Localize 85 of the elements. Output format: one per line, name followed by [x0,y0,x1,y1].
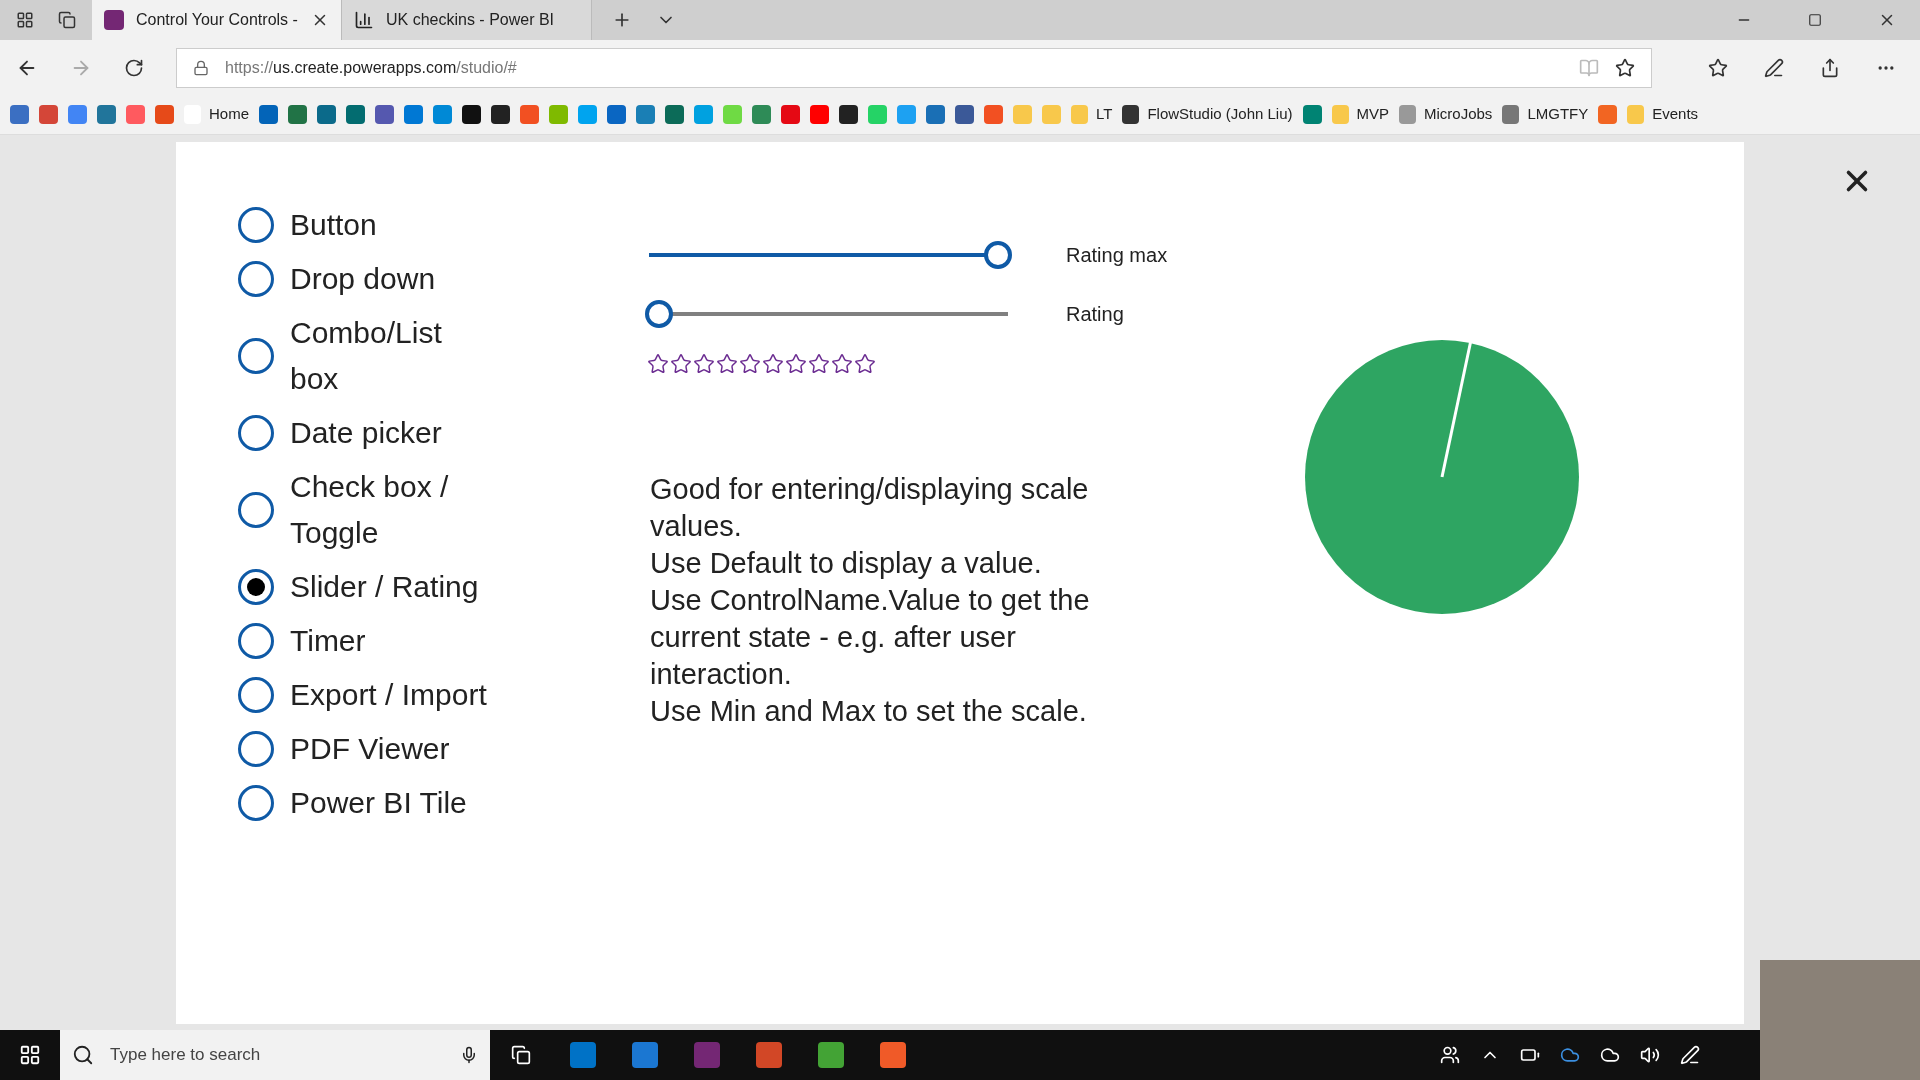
taskbar-search-field[interactable]: Type here to search [60,1030,490,1080]
bar-chart-icon [354,10,374,30]
radio-label: Timer [290,623,367,659]
radio-label: PDF Viewer [290,731,451,767]
star-icon[interactable] [831,353,853,375]
bookmark-icon[interactable] [462,105,481,124]
tab-preview-icon[interactable] [16,11,34,29]
radio-button[interactable] [238,569,274,605]
radio-button[interactable] [238,261,274,297]
star-icon[interactable] [693,353,715,375]
app-logo-icon [104,10,124,30]
microphone-icon[interactable] [460,1046,478,1064]
slider-label: Rating max [1066,243,1168,268]
radio-option[interactable]: Timer [238,618,538,664]
task-view-icon[interactable] [511,1045,531,1065]
bookmark-link[interactable]: FlowStudio (John Liu) [1147,103,1293,126]
url-text: https://us.create.powerapps.com/studio/# [225,57,518,78]
bookmark-icon[interactable] [1122,105,1140,124]
radio-option[interactable]: Power BI Tile [238,780,538,826]
favorite-star-icon[interactable] [1615,57,1635,78]
radio-button[interactable] [238,338,274,374]
favorites-list-icon[interactable] [1708,57,1728,78]
radio-option[interactable]: Button [238,202,538,248]
radio-option[interactable]: PDF Viewer [238,726,538,772]
radio-button[interactable] [238,731,274,767]
start-icon[interactable] [19,1044,41,1066]
bookmark-link[interactable]: LT [1096,103,1113,126]
radio-button[interactable] [238,492,274,528]
star-icon[interactable] [647,353,669,375]
slider-thumb[interactable] [645,300,673,328]
tab-title: Control Your Controls - [136,10,299,30]
description-text: Use ControlName.Value to get the current state - e.g. after user interaction. [650,583,1091,692]
star-icon[interactable] [785,353,807,375]
radio-label: Date picker [290,415,443,451]
slider-thumb[interactable] [984,241,1012,269]
refresh-icon[interactable] [124,57,144,78]
radio-button[interactable] [238,785,274,821]
pen-icon[interactable] [1764,57,1784,78]
star-icon[interactable] [854,353,876,375]
bookmark-icon[interactable] [839,105,858,124]
radio-label: Slider / Rating [290,569,480,605]
lock-icon [193,59,209,76]
bookmark-link[interactable]: Events [1652,103,1699,126]
radio-option[interactable]: Combo/List box [238,310,538,402]
tab-title: UK checkins - Power BI [386,10,556,30]
share-icon[interactable] [1820,57,1840,78]
radio-label: Export / Import [290,677,488,713]
radio-label: Drop down [290,261,437,297]
bookmark-link[interactable]: MVP [1356,103,1389,126]
search-placeholder: Type here to search [110,1044,262,1067]
star-icon[interactable] [670,353,692,375]
bookmark-link[interactable]: LMGTFY [1527,103,1589,126]
radio-label: Power BI Tile [290,785,468,821]
radio-button[interactable] [238,207,274,243]
cloud-icon[interactable] [1600,1045,1620,1065]
radio-button[interactable] [238,415,274,451]
radio-option[interactable]: Slider / Rating [238,564,538,610]
radio-option[interactable]: Drop down [238,256,538,302]
bookmark-icon[interactable] [491,105,510,124]
people-icon[interactable] [1440,1045,1460,1065]
bookmark-link[interactable]: Home [209,103,249,126]
set-aside-tabs-icon[interactable] [58,11,76,29]
radio-option[interactable]: Check box / Toggle [238,464,538,556]
star-icon[interactable] [762,353,784,375]
radio-label: Check box / Toggle [290,469,450,551]
browser-tab[interactable]: UK checkins - Power BI [342,0,592,40]
bookmark-link[interactable]: MicroJobs [1424,103,1493,126]
radio-label: Button [290,207,378,243]
radio-button[interactable] [238,677,274,713]
radio-label: Combo/List box [290,315,443,397]
address-bar[interactable]: https://us.create.powerapps.com/studio/# [176,47,1652,88]
star-icon[interactable] [716,353,738,375]
radio-button[interactable] [238,623,274,659]
radio-option[interactable]: Export / Import [238,672,538,718]
slider-label: Rating [1066,302,1124,327]
star-icon[interactable] [739,353,761,375]
search-icon [72,1044,94,1066]
maximize-icon[interactable] [1808,13,1822,27]
browser-tab[interactable]: Control Your Controls - [92,0,342,40]
star-icon[interactable] [808,353,830,375]
description-text: Good for entering/displaying scale values. [650,472,1090,544]
radio-option[interactable]: Date picker [238,410,538,456]
description-text: Use Default to display a value. [650,546,1043,581]
speaker-icon[interactable] [1640,1045,1660,1065]
description-text: Use Min and Max to set the scale. [650,694,1088,729]
